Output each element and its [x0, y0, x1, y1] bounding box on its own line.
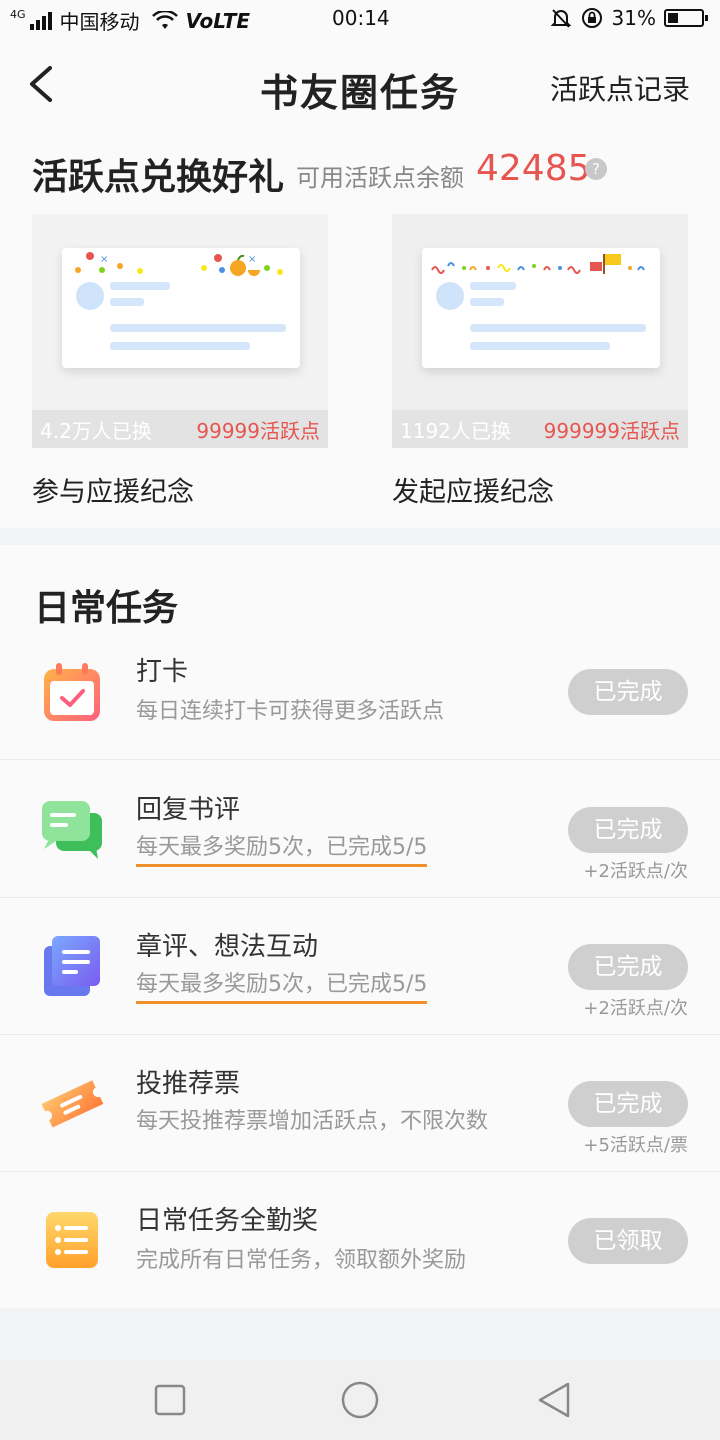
task-status-button[interactable]: 已完成	[568, 807, 688, 853]
task-status-button[interactable]: 已完成	[568, 1081, 688, 1127]
gift-name[interactable]: 参与应援纪念	[32, 470, 194, 509]
battery-icon	[664, 9, 708, 27]
gift-exchange-count: 4.2万人已换	[40, 418, 152, 443]
gift-card-join-support[interactable]: × × 4.2万人已换 99999活跃点	[32, 214, 328, 448]
svg-text:×: ×	[248, 254, 256, 265]
task-recommend-vote: 投推荐票 每天投推荐票增加活跃点，不限次数 已完成 +5活跃点/票	[0, 1035, 720, 1172]
network-type-badge: 4G	[10, 8, 26, 21]
status-left: 4G 中国移动 VoLTE	[10, 6, 250, 35]
exchange-title: 活跃点兑换好礼	[32, 156, 285, 198]
document-icon	[44, 936, 100, 996]
task-name: 章评、想法互动	[136, 932, 319, 962]
daily-tasks-section: 日常任务 打卡 每日连续打卡可获得更多活跃点 已完成 回复书评 每天最多奖励5次…	[0, 545, 720, 1308]
gift-exchange-count: 1192人已换	[400, 418, 511, 443]
text-placeholder	[470, 298, 504, 306]
balance-label: 可用活跃点余额	[296, 164, 464, 192]
text-placeholder	[470, 342, 610, 350]
calendar-check-icon	[44, 663, 100, 721]
text-placeholder	[470, 324, 646, 332]
confetti-fruit-decoration: × ×	[75, 252, 283, 276]
home-circle-icon[interactable]	[340, 1380, 380, 1420]
gift-name[interactable]: 发起应援纪念	[392, 470, 554, 509]
gift-preview-card	[422, 248, 660, 368]
task-desc: 每天投推荐票增加活跃点，不限次数	[136, 1109, 489, 1134]
status-bar: 4G 中国移动 VoLTE 00:14 31%	[0, 0, 720, 40]
text-placeholder	[110, 282, 170, 290]
task-name: 回复书评	[136, 795, 241, 825]
gift-preview-card: × ×	[62, 248, 300, 368]
confetti-flag-decoration	[431, 254, 645, 274]
task-desc: 完成所有日常任务，领取额外奖励	[136, 1248, 467, 1273]
signal-icon	[29, 11, 52, 30]
text-placeholder	[470, 282, 516, 290]
page-header: 书友圈任务 活跃点记录	[0, 40, 720, 130]
task-status-button[interactable]: 已完成	[568, 669, 688, 715]
text-placeholder	[110, 298, 144, 306]
gift-card-start-support[interactable]: 1192人已换 999999活跃点	[392, 214, 688, 448]
recent-apps-square-icon[interactable]	[150, 1380, 190, 1420]
task-reward: +2活跃点/次	[583, 998, 688, 1019]
list-icon	[46, 1212, 98, 1268]
task-name: 投推荐票	[136, 1069, 241, 1099]
activity-record-link[interactable]: 活跃点记录	[550, 68, 690, 108]
exchange-section: 活跃点兑换好礼 可用活跃点余额 42485 ? × × 4.2万人已换 9999…	[0, 130, 720, 528]
system-nav-bar	[0, 1360, 720, 1440]
gift-footer: 4.2万人已换 99999活跃点	[32, 410, 328, 448]
status-right: 31%	[550, 6, 708, 30]
text-placeholder	[110, 324, 286, 332]
gift-cost: 999999活跃点	[543, 418, 680, 443]
rotation-lock-icon	[581, 8, 602, 28]
bell-muted-icon	[550, 9, 571, 28]
avatar-placeholder	[436, 282, 464, 310]
task-name: 打卡	[136, 657, 189, 687]
task-reply-review: 回复书评 每天最多奖励5次，已完成5/5 已完成 +2活跃点/次	[0, 761, 720, 898]
carrier-name: 中国移动	[59, 10, 140, 34]
status-time: 00:14	[332, 6, 390, 30]
volte-label: VoLTE	[185, 8, 251, 33]
chat-bubbles-icon	[42, 801, 102, 859]
task-reward: +5活跃点/票	[583, 1135, 688, 1156]
task-full-attendance: 日常任务全勤奖 完成所有日常任务，领取额外奖励 已领取	[0, 1172, 720, 1309]
wifi-icon	[151, 10, 178, 29]
task-checkin: 打卡 每日连续打卡可获得更多活跃点 已完成	[0, 623, 720, 760]
ticket-icon	[41, 1080, 104, 1128]
task-reward: +2活跃点/次	[583, 861, 688, 882]
gift-cost: 99999活跃点	[196, 418, 320, 443]
balance-value: 42485	[476, 148, 591, 189]
task-desc: 每日连续打卡可获得更多活跃点	[136, 699, 445, 724]
help-icon[interactable]: ?	[585, 158, 607, 180]
gift-footer: 1192人已换 999999活跃点	[392, 410, 688, 448]
svg-text:×: ×	[100, 254, 108, 265]
task-desc: 每天最多奖励5次，已完成5/5	[136, 829, 428, 867]
task-status-button[interactable]: 已领取	[568, 1218, 688, 1264]
text-placeholder	[110, 342, 250, 350]
task-name: 日常任务全勤奖	[136, 1206, 319, 1236]
task-status-button[interactable]: 已完成	[568, 944, 688, 990]
avatar-placeholder	[76, 282, 104, 310]
back-triangle-icon[interactable]	[534, 1380, 574, 1420]
task-chapter-comment: 章评、想法互动 每天最多奖励5次，已完成5/5 已完成 +2活跃点/次	[0, 898, 720, 1035]
task-desc: 每天最多奖励5次，已完成5/5	[136, 966, 428, 1004]
battery-percent: 31%	[611, 6, 656, 30]
